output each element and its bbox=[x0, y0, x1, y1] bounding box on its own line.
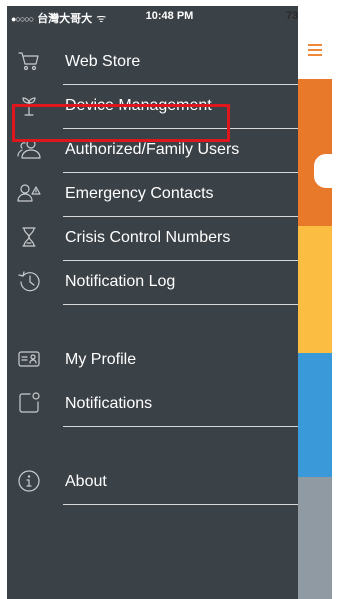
info-icon bbox=[17, 469, 41, 493]
profile-card-icon bbox=[17, 347, 41, 371]
menu-label-notifications: Notifications bbox=[65, 395, 153, 412]
menu-label-emergency-contacts: Emergency Contacts bbox=[65, 185, 214, 202]
toggle-knob[interactable] bbox=[314, 154, 332, 188]
menu-item-emergency-contacts[interactable]: Emergency Contacts bbox=[7, 173, 298, 217]
main-content-peek[interactable] bbox=[298, 6, 332, 599]
menu-label-notification-log: Notification Log bbox=[65, 273, 176, 290]
menu-label-authorized-users: Authorized/Family Users bbox=[65, 141, 240, 158]
orange-tile[interactable] bbox=[298, 79, 332, 226]
notification-icon bbox=[17, 391, 41, 415]
menu-label-about: About bbox=[65, 473, 107, 490]
header-bar bbox=[298, 6, 332, 79]
status-bar: ●○○○○ 台灣大哥大 ᯤ 10:48 PM 73% bbox=[7, 6, 332, 28]
menu-label-web-store: Web Store bbox=[65, 53, 141, 70]
menu-item-authorized-users[interactable]: Authorized/Family Users bbox=[7, 129, 298, 173]
gray-tile[interactable] bbox=[298, 477, 332, 599]
menu-item-web-store[interactable]: Web Store bbox=[7, 41, 298, 85]
divider bbox=[63, 504, 298, 505]
hamburger-icon[interactable] bbox=[308, 44, 322, 56]
menu-label-my-profile: My Profile bbox=[65, 351, 137, 368]
plant-icon bbox=[17, 93, 41, 117]
menu-label-device-management: Device Management bbox=[65, 97, 212, 114]
blue-tile[interactable] bbox=[298, 353, 332, 477]
menu-label-crisis-control: Crisis Control Numbers bbox=[65, 229, 231, 246]
menu-item-notification-log[interactable]: Notification Log bbox=[7, 261, 298, 305]
history-icon bbox=[17, 269, 41, 293]
menu-item-about[interactable]: About bbox=[7, 461, 298, 505]
divider bbox=[63, 426, 298, 427]
hourglass-icon bbox=[17, 225, 41, 249]
status-time: 10:48 PM bbox=[145, 10, 194, 22]
menu-item-my-profile[interactable]: My Profile bbox=[7, 339, 298, 383]
divider bbox=[63, 304, 298, 305]
app-screen: ●○○○○ 台灣大哥大 ᯤ 10:48 PM 73% Web Store Devic… bbox=[7, 6, 332, 599]
menu-item-notifications[interactable]: Notifications bbox=[7, 383, 298, 427]
cart-icon bbox=[17, 49, 41, 73]
menu-item-device-management[interactable]: Device Management bbox=[7, 85, 298, 129]
yellow-tile[interactable] bbox=[298, 226, 332, 353]
menu-item-crisis-control[interactable]: Crisis Control Numbers bbox=[7, 217, 298, 261]
emergency-contact-icon bbox=[17, 181, 41, 205]
users-icon bbox=[17, 137, 41, 161]
